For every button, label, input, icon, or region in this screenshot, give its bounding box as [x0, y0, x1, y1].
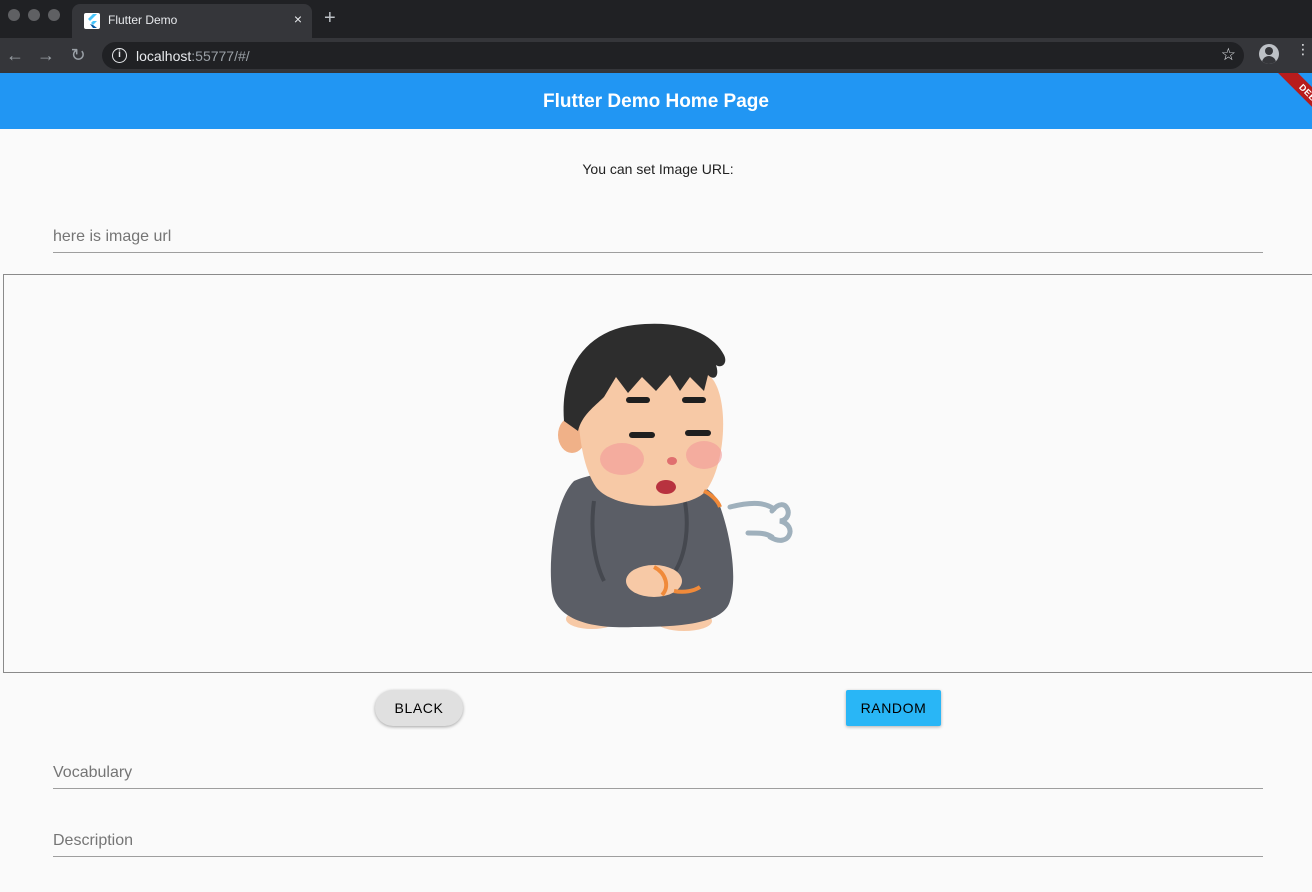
image-url-field [53, 213, 1263, 253]
vocabulary-field [53, 749, 1263, 789]
black-button[interactable]: BLACK [375, 690, 463, 726]
random-button[interactable]: RANDOM [846, 690, 941, 726]
browser-menu-icon[interactable]: ⋮ [1296, 42, 1310, 56]
new-tab-icon[interactable]: + [324, 7, 336, 29]
description-input[interactable] [53, 817, 1263, 856]
browser-toolbar: ← → ↻ i localhost:55777/#/ ☆ ⋮ [0, 38, 1312, 73]
zoom-window-icon[interactable] [48, 9, 60, 21]
vocabulary-input[interactable] [53, 749, 1263, 788]
description-field [53, 817, 1263, 857]
tab-title: Flutter Demo [108, 13, 178, 27]
sitting-boy-illustration [550, 323, 793, 631]
reload-icon[interactable]: ↻ [67, 44, 89, 66]
app-bar: Flutter Demo Home Page DEBUG [0, 73, 1312, 129]
app-bar-title: Flutter Demo Home Page [543, 91, 769, 112]
image-preview-frame [3, 274, 1312, 673]
image-url-input[interactable] [53, 213, 1263, 252]
flutter-logo-icon [84, 13, 100, 29]
browser-tab-strip: Flutter Demo × + [0, 0, 1312, 38]
address-bar[interactable]: i localhost:55777/#/ ☆ [102, 42, 1244, 69]
url-path: :55777/#/ [191, 48, 250, 64]
back-arrow-icon[interactable]: ← [4, 44, 26, 66]
url-host: localhost [136, 48, 192, 64]
profile-avatar-icon[interactable] [1259, 44, 1279, 64]
minimize-window-icon[interactable] [28, 9, 40, 21]
address-url[interactable]: localhost:55777/#/ [136, 48, 250, 64]
image-url-prompt: You can set Image URL: [582, 161, 734, 177]
forward-arrow-icon[interactable]: → [35, 44, 57, 66]
bookmark-star-icon[interactable]: ☆ [1221, 45, 1236, 65]
close-tab-icon[interactable]: × [294, 11, 302, 27]
close-window-icon[interactable] [8, 9, 20, 21]
browser-tab[interactable]: Flutter Demo × [72, 4, 312, 38]
site-info-icon[interactable]: i [112, 48, 127, 63]
page-body: You can set Image URL: here is image url… [0, 129, 1312, 892]
